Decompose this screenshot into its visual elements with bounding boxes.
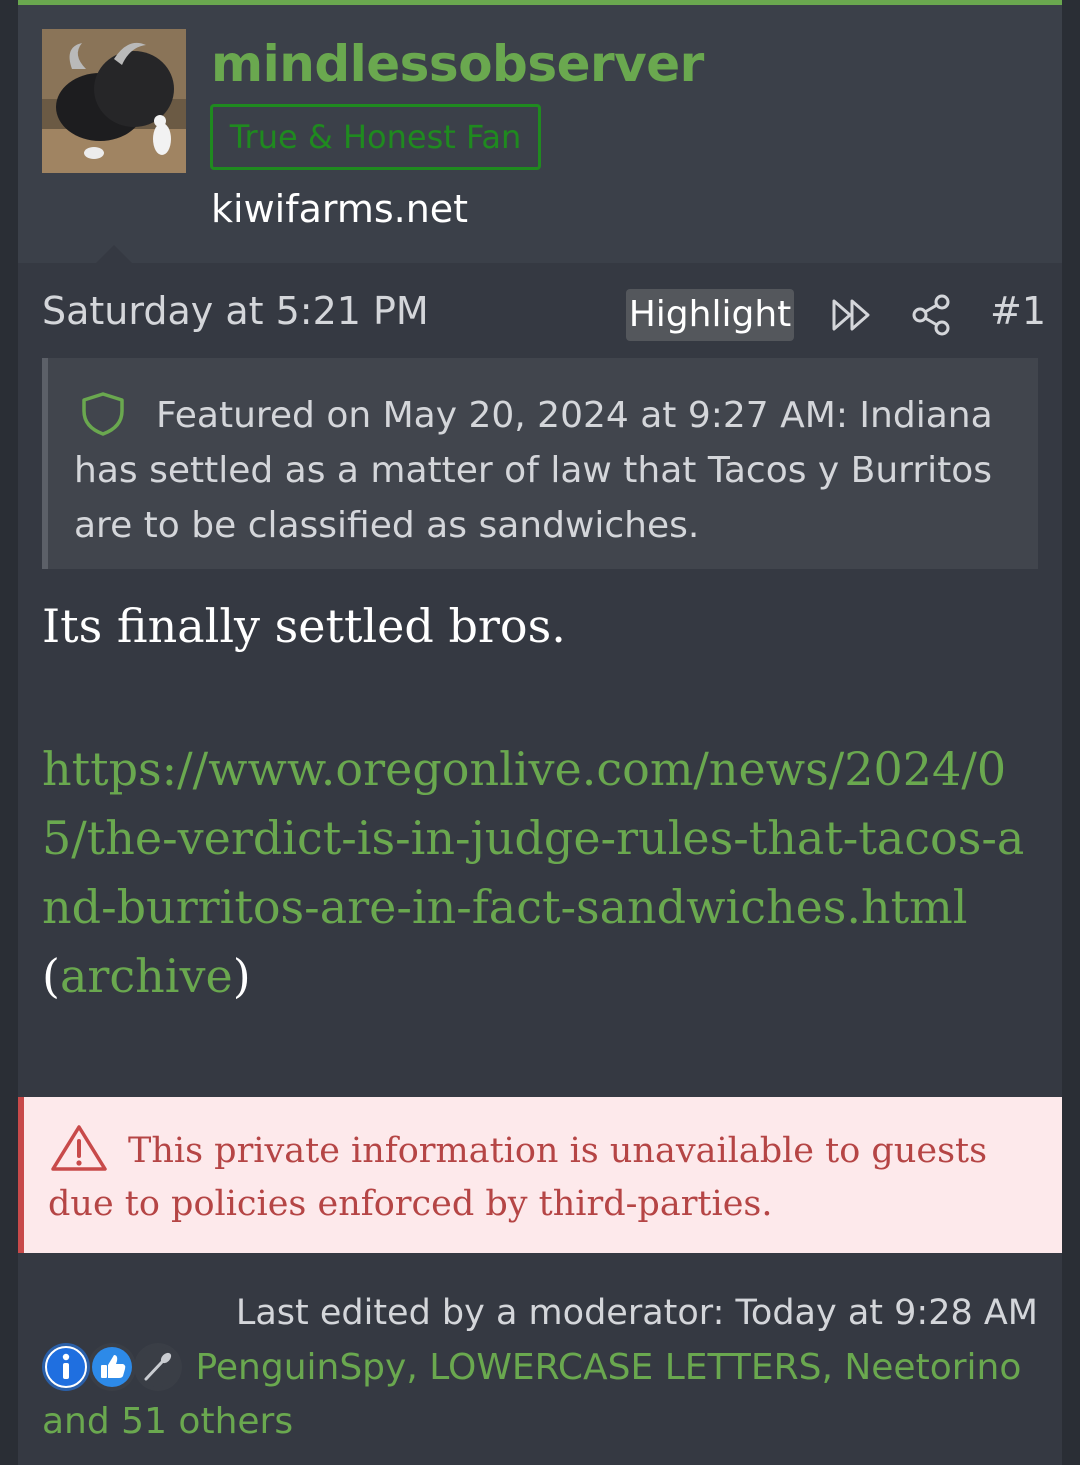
- user-site: kiwifarms.net: [211, 187, 469, 231]
- reactions-bar[interactable]: PenguinSpy, LOWERCASE LETTERS, Neetorino…: [42, 1341, 1042, 1449]
- post-date[interactable]: Saturday at 5:21 PM: [42, 289, 429, 333]
- user-title-badge: True & Honest Fan: [210, 104, 541, 170]
- username[interactable]: mindlessobserver: [211, 35, 704, 93]
- double-chevron-right-icon[interactable]: [828, 291, 876, 339]
- archive-close-paren: ): [232, 949, 251, 1003]
- archive-link[interactable]: archive: [60, 949, 233, 1003]
- post-number-link[interactable]: #1: [990, 289, 1046, 333]
- post-link-block: https://www.oregonlive.com/news/2024/05/…: [42, 735, 1042, 1011]
- notice-text: This private information is unavailable …: [48, 1131, 988, 1224]
- spoon-icon: [134, 1343, 182, 1391]
- post-card: mindlessobserver True & Honest Fan kiwif…: [18, 0, 1062, 1465]
- like-icon: [88, 1343, 136, 1391]
- reaction-users-link[interactable]: PenguinSpy, LOWERCASE LETTERS, Neetorino…: [42, 1347, 1021, 1442]
- share-icon[interactable]: [908, 291, 956, 339]
- reaction-icons: [42, 1343, 184, 1393]
- informative-icon: [42, 1343, 90, 1391]
- article-link[interactable]: https://www.oregonlive.com/news/2024/05/…: [42, 742, 1024, 934]
- guest-restriction-notice: This private information is unavailable …: [18, 1097, 1062, 1253]
- header-pointer: [96, 245, 132, 263]
- avatar[interactable]: [42, 29, 186, 173]
- archive-open-paren: (: [42, 949, 60, 1003]
- post-text: Its finally settled bros.: [42, 599, 566, 653]
- featured-text: Featured on May 20, 2024 at 9:27 AM: Ind…: [74, 395, 993, 546]
- user-header: mindlessobserver True & Honest Fan kiwif…: [18, 5, 1062, 263]
- highlight-button[interactable]: Highlight: [626, 289, 794, 341]
- featured-notice: Featured on May 20, 2024 at 9:27 AM: Ind…: [42, 358, 1038, 569]
- last-edited-info: Last edited by a moderator: Today at 9:2…: [235, 1293, 1038, 1333]
